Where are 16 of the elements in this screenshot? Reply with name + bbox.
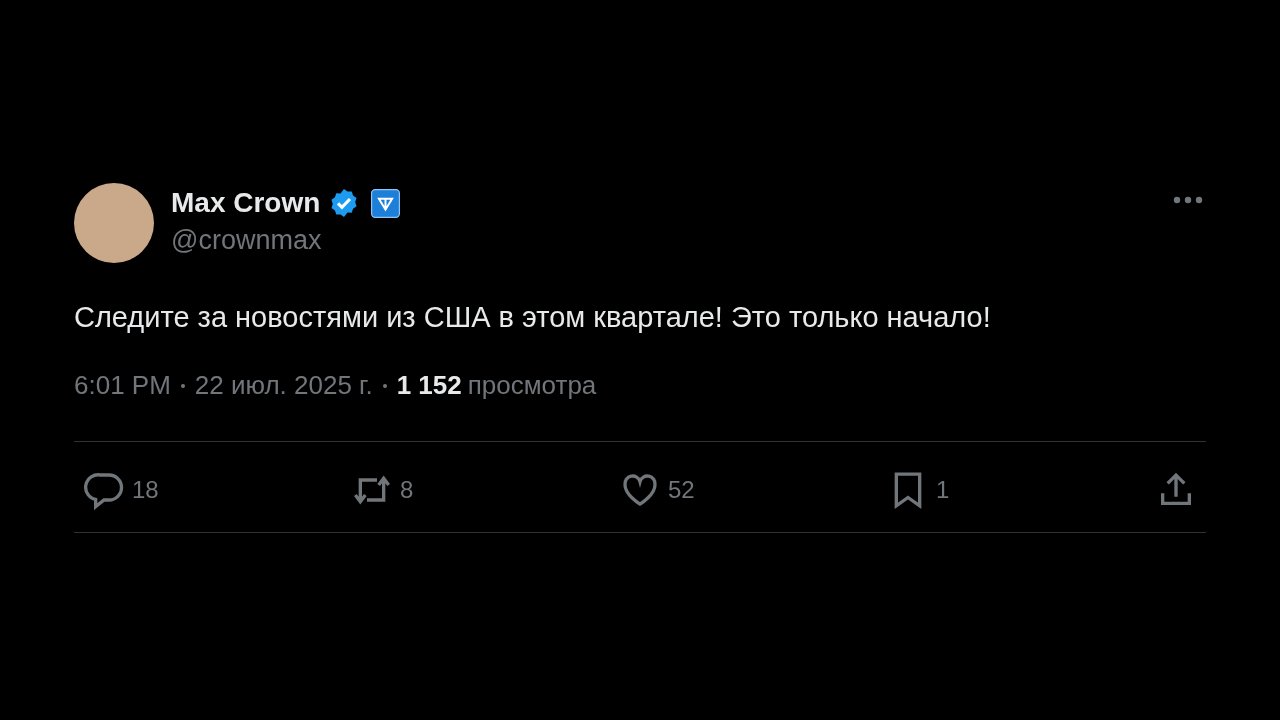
like-button[interactable]: 52 [620, 470, 770, 510]
author-handle[interactable]: @crownmax [171, 225, 401, 256]
views-count: 1 152 [396, 370, 462, 401]
author-name[interactable]: Max Crown [171, 187, 321, 219]
reply-button[interactable]: 18 [84, 470, 234, 510]
views-label: просмотра [467, 370, 597, 401]
more-button[interactable] [1173, 196, 1203, 204]
repost-button[interactable]: 8 [352, 470, 502, 510]
post-time[interactable]: 6:01 PM [74, 370, 171, 401]
tweet-text: Следите за новостями из США в этом квартале! Это только начало! [74, 301, 992, 334]
separator-dot [382, 383, 387, 388]
post-date[interactable]: 22 июл. 2025 г. [194, 370, 373, 401]
separator-dot [180, 383, 185, 388]
speech-bubble-icon [84, 470, 124, 510]
bookmark-button[interactable]: 1 [888, 470, 1038, 510]
more-icon [1173, 196, 1203, 204]
